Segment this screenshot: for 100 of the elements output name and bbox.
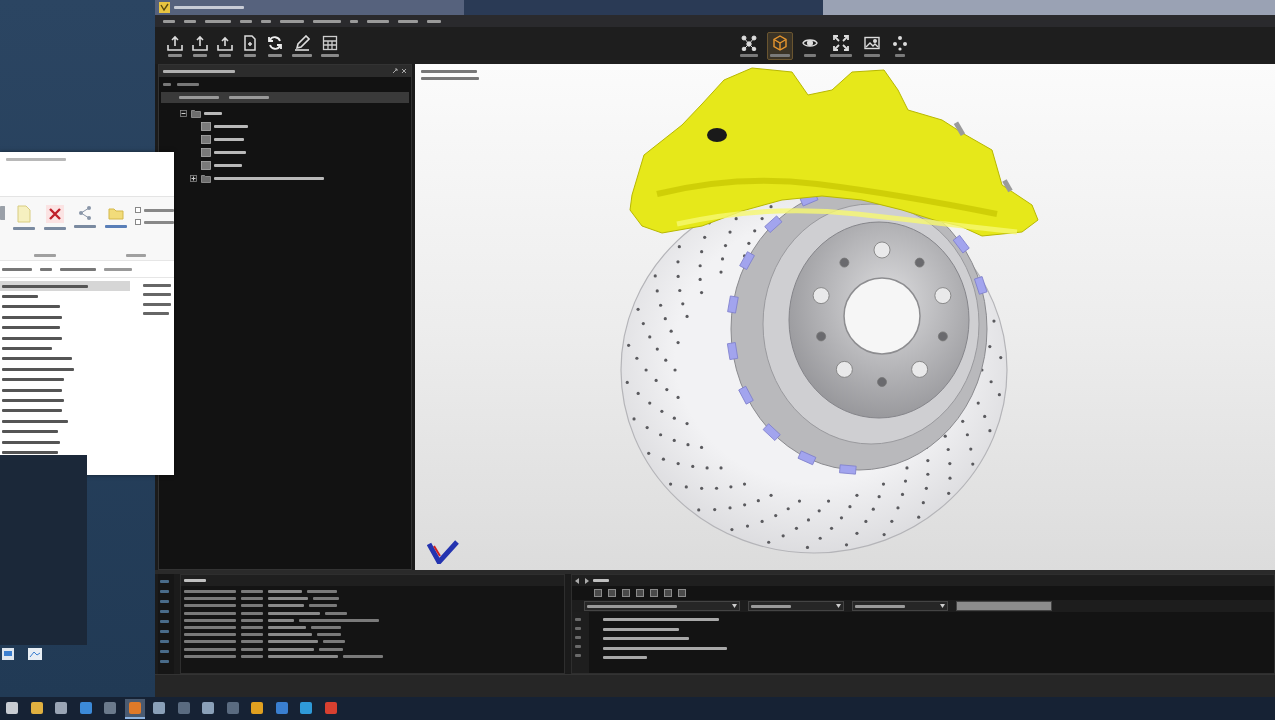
illegible-text <box>184 640 236 644</box>
illegible-text <box>321 53 339 57</box>
illegible-text <box>241 597 263 601</box>
illegible-text <box>241 647 263 651</box>
illegible-text <box>398 19 418 23</box>
pin-icon[interactable] <box>392 68 398 74</box>
ribbon-button[interactable] <box>13 205 36 230</box>
collapse-icon[interactable] <box>180 110 187 117</box>
illegible-text <box>240 19 252 23</box>
pencil-icon <box>294 34 310 51</box>
illegible-text <box>241 633 263 637</box>
illegible-text <box>174 6 244 9</box>
dots-icon <box>892 34 908 51</box>
illegible-text <box>770 53 790 57</box>
illegible-text <box>241 604 263 608</box>
illegible-text <box>2 430 58 434</box>
caret-icon <box>732 604 737 608</box>
illegible-text <box>307 590 337 593</box>
app-icon <box>226 701 239 714</box>
dropdown-field[interactable] <box>852 601 948 611</box>
ribbon-button[interactable] <box>104 205 127 228</box>
app-icon <box>202 701 214 714</box>
illegible-text <box>268 611 320 615</box>
illegible-text <box>2 388 62 392</box>
illegible-text <box>184 625 236 629</box>
illegible-text <box>268 618 294 622</box>
illegible-text <box>268 640 318 644</box>
illegible-text <box>241 618 263 622</box>
checkbox-icon[interactable] <box>135 207 141 213</box>
illegible-text <box>168 53 182 57</box>
illegible-text <box>241 640 263 644</box>
arrow-right-icon[interactable] <box>584 577 589 584</box>
illegible-text <box>2 419 68 423</box>
illegible-text <box>193 53 207 57</box>
app-icon <box>251 701 263 714</box>
folder-icon <box>191 109 201 118</box>
illegible-text <box>309 604 337 608</box>
illegible-text <box>34 253 56 257</box>
share-icon <box>77 205 94 221</box>
illegible-text <box>40 267 52 271</box>
ribbon-button[interactable] <box>43 205 67 230</box>
illegible-text <box>268 633 312 637</box>
illegible-text <box>603 656 647 659</box>
illegible-text <box>2 305 60 309</box>
illegible-text <box>751 604 791 608</box>
illegible-text <box>126 253 146 257</box>
illegible-text <box>214 125 248 128</box>
illegible-text <box>268 647 314 651</box>
illegible-text <box>261 19 271 23</box>
illegible-text <box>864 53 880 57</box>
upload-icon <box>167 34 183 51</box>
illegible-text <box>184 647 236 651</box>
illegible-text <box>830 53 852 57</box>
dropdown-field[interactable] <box>748 601 844 611</box>
illegible-text <box>143 284 171 287</box>
app-icon <box>104 701 116 714</box>
taskbar-button[interactable] <box>124 698 145 719</box>
app-icon <box>275 701 288 714</box>
illegible-text <box>43 227 66 230</box>
illegible-text <box>323 640 345 644</box>
illegible-text <box>2 409 62 413</box>
illegible-text <box>2 295 38 299</box>
toolbar-button[interactable] <box>767 31 793 60</box>
illegible-text <box>427 19 441 23</box>
illegible-text <box>214 164 242 167</box>
ribbon-button[interactable] <box>74 205 97 228</box>
illegible-text <box>280 19 304 23</box>
illegible-text <box>184 590 236 593</box>
desktop-shortcut-icon[interactable] <box>2 646 14 662</box>
expand-toggle-icon[interactable] <box>190 175 197 182</box>
app-icon <box>6 701 18 714</box>
illegible-text <box>268 654 338 658</box>
illegible-text <box>421 77 479 80</box>
input-field[interactable] <box>956 601 1052 611</box>
dropdown-field[interactable] <box>584 601 740 611</box>
illegible-text <box>163 82 171 86</box>
illegible-text <box>350 19 358 23</box>
illegible-text <box>184 611 236 615</box>
illegible-text <box>740 53 758 57</box>
illegible-text <box>214 138 244 141</box>
arrow-left-icon[interactable] <box>575 577 580 584</box>
illegible-text <box>184 654 236 658</box>
illegible-text <box>2 347 52 351</box>
illegible-text <box>2 367 74 371</box>
illegible-text <box>143 293 171 297</box>
close-icon[interactable] <box>401 68 407 74</box>
caret-icon <box>940 604 945 608</box>
illegible-text <box>241 654 263 658</box>
app-logo-icon <box>159 2 170 13</box>
illegible-text <box>2 315 62 319</box>
illegible-text <box>143 312 169 316</box>
app-icon <box>128 701 141 714</box>
file-row[interactable] <box>0 281 130 292</box>
illegible-text <box>367 19 389 23</box>
folder-icon <box>107 205 124 221</box>
checkbox-icon[interactable] <box>135 219 141 225</box>
illegible-text <box>204 112 222 115</box>
illegible-text <box>143 302 171 306</box>
expand-icon <box>833 34 849 51</box>
desktop-shortcut-icon[interactable] <box>28 646 42 662</box>
